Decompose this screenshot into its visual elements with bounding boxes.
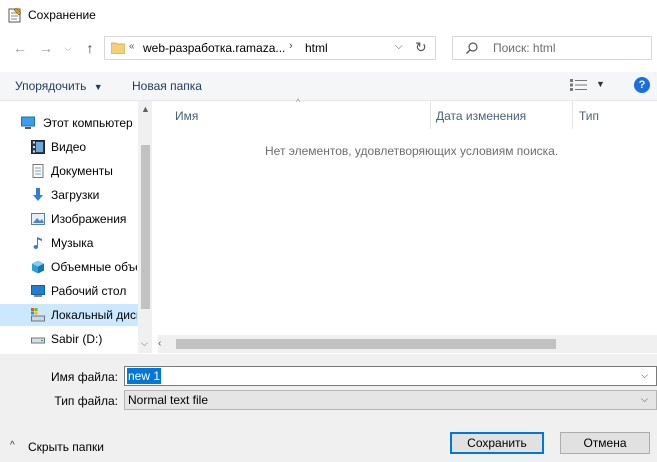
nav-item-label: Объемные объекты	[51, 260, 137, 274]
nav-item-local-disk[interactable]: Локальный диск (C:)	[0, 304, 138, 326]
nav-item-label: Sabir (D:)	[51, 332, 103, 346]
arrow-right-icon: →	[39, 40, 53, 56]
nav-item-videos[interactable]: Видео	[0, 136, 138, 158]
nav-item-label: Документы	[51, 164, 113, 178]
desktop-icon	[31, 285, 45, 297]
nav-item-label: Видео	[51, 140, 87, 154]
filetype-select[interactable]: Normal text file ⌵	[124, 390, 657, 410]
nav-item-label: Загрузки	[51, 188, 100, 202]
horizontal-scrollbar[interactable]: ‹	[158, 335, 657, 353]
filename-dropdown-icon[interactable]: ⌵	[641, 370, 648, 381]
downloads-icon	[33, 188, 43, 201]
search-input[interactable]: Поиск: html	[452, 36, 652, 60]
filename-input[interactable]: new 1 ⌵	[124, 366, 657, 386]
arrow-left-icon: ←	[13, 40, 27, 56]
breadcrumb-segment[interactable]: web-разработка.ramaza...	[143, 41, 285, 55]
nav-item-label: Этот компьютер	[43, 116, 133, 130]
nav-item-label: Локальный диск (C:)	[51, 308, 137, 322]
filetype-label: Тип файла:	[54, 394, 118, 408]
computer-icon	[21, 116, 35, 129]
notepad-icon	[8, 7, 22, 23]
chevron-down-icon: ▼	[93, 82, 103, 92]
new-folder-button[interactable]: Новая папка	[132, 79, 202, 93]
nav-item-drive-d[interactable]: Sabir (D:)	[0, 328, 138, 350]
navigation-pane: Этот компьютер Видео Документы Загрузки …	[0, 101, 152, 353]
pictures-icon	[31, 213, 45, 225]
folder-icon	[111, 42, 125, 54]
nav-item-3d-objects[interactable]: Объемные объекты	[0, 256, 138, 278]
view-dropdown-icon[interactable]: ▼	[596, 79, 605, 89]
title-bar: Сохранение	[0, 0, 657, 30]
chevron-down-icon: ⌵	[64, 42, 72, 53]
help-icon[interactable]: ?	[634, 77, 650, 93]
video-icon	[31, 140, 45, 154]
nav-item-this-pc[interactable]: Этот компьютер	[0, 112, 138, 134]
address-bar[interactable]: « web-разработка.ramaza... › html ⌵ ↻	[104, 36, 436, 60]
column-divider[interactable]	[572, 101, 573, 129]
nav-item-downloads[interactable]: Загрузки	[0, 184, 138, 206]
documents-icon	[32, 164, 44, 178]
recent-locations-button[interactable]: ⌵	[58, 38, 78, 58]
3d-objects-icon	[32, 260, 44, 274]
column-header-type[interactable]: Тип	[579, 109, 599, 123]
nav-item-documents[interactable]: Документы	[0, 160, 138, 182]
up-button[interactable]: ↑	[80, 38, 100, 58]
overflow-chevron-icon[interactable]: «	[129, 41, 135, 52]
scroll-down-icon[interactable]: ⌵	[141, 338, 148, 349]
nav-item-music[interactable]: Музыка	[0, 232, 138, 254]
view-options-icon[interactable]	[570, 79, 588, 91]
address-dropdown-icon[interactable]: ⌵	[395, 41, 403, 52]
hide-folders-label: Скрыть папки	[28, 440, 104, 454]
nav-item-pictures[interactable]: Изображения	[0, 208, 138, 230]
forward-button[interactable]: →	[36, 38, 56, 58]
breadcrumb-separator-icon[interactable]: ›	[289, 40, 293, 52]
empty-message: Нет элементов, удовлетворяющих условиям …	[265, 144, 559, 158]
cancel-button[interactable]: Отмена	[560, 432, 650, 454]
column-header-date-modified[interactable]: Дата изменения	[436, 109, 526, 123]
column-divider[interactable]	[430, 101, 431, 129]
filetype-value: Normal text file	[128, 393, 209, 407]
command-bar: Упорядочить ▼ Новая папка ▼ ?	[0, 72, 657, 101]
chevron-up-icon: ^	[10, 440, 15, 451]
save-button[interactable]: Сохранить	[450, 432, 544, 454]
organize-button[interactable]: Упорядочить ▼	[15, 79, 103, 93]
file-list: ^ Имя Дата изменения Тип Нет элементов, …	[158, 97, 657, 353]
music-icon	[33, 237, 42, 249]
column-header-name[interactable]: Имя	[175, 109, 198, 123]
save-form: Имя файла: new 1 ⌵ Тип файла: Normal tex…	[0, 354, 657, 462]
organize-label: Упорядочить	[15, 79, 87, 93]
drive-icon	[31, 337, 45, 344]
filename-value: new 1	[127, 368, 162, 384]
search-icon	[466, 42, 478, 54]
nav-item-label: Рабочий стол	[51, 284, 127, 298]
nav-scrollbar-thumb[interactable]	[141, 145, 150, 309]
filetype-dropdown-icon[interactable]: ⌵	[641, 394, 648, 405]
refresh-icon[interactable]: ↻	[415, 39, 427, 56]
filename-label: Имя файла:	[51, 370, 118, 384]
local-disk-icon	[31, 308, 45, 322]
arrow-up-icon: ↑	[86, 40, 94, 56]
search-placeholder: Поиск: html	[493, 41, 556, 55]
nav-item-desktop[interactable]: Рабочий стол	[0, 280, 138, 302]
horizontal-scrollbar-thumb[interactable]	[176, 339, 556, 349]
breadcrumb-segment-current[interactable]: html	[305, 41, 328, 55]
nav-item-label: Изображения	[51, 212, 127, 226]
window-title: Сохранение	[28, 8, 96, 22]
scroll-up-icon[interactable]: ▲	[141, 104, 150, 114]
back-button[interactable]: ←	[10, 38, 30, 58]
sort-arrow-icon: ^	[296, 97, 301, 107]
scroll-left-icon[interactable]: ‹	[158, 338, 161, 349]
nav-item-label: Музыка	[51, 236, 94, 250]
